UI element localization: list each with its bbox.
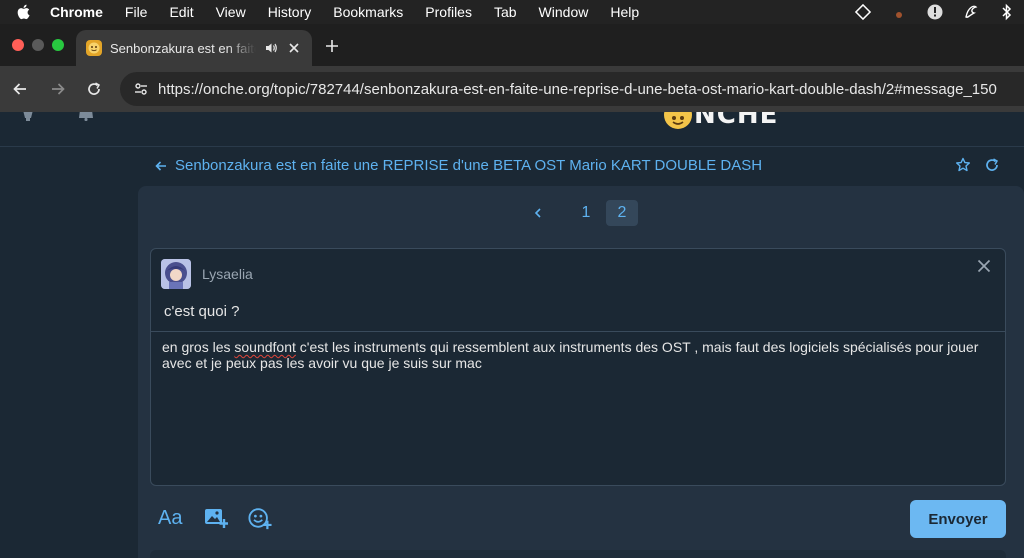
onche-logo-text: NCHE (694, 112, 779, 130)
menu-history[interactable]: History (268, 4, 312, 20)
send-button[interactable]: Envoyer (910, 500, 1006, 538)
onche-logo-face-icon (664, 112, 692, 129)
menu-window[interactable]: Window (539, 4, 589, 20)
url-text: https://onche.org/topic/782744/senbonzak… (158, 80, 997, 98)
misspelled-word[interactable]: soundfont (234, 339, 296, 355)
script-app-icon[interactable] (962, 3, 980, 21)
pagination: 1 2 (528, 200, 642, 226)
back-arrow-icon[interactable] (10, 79, 30, 99)
chrome-toolbar: https://onche.org/topic/782744/senbonzak… (0, 66, 1024, 112)
recording-dot-icon[interactable] (890, 3, 908, 21)
back-to-forum-icon[interactable] (154, 159, 168, 173)
quoted-message: c'est quoi ? (164, 303, 240, 320)
bluetooth-icon[interactable] (998, 3, 1016, 21)
quoted-author-name[interactable]: Lysaelia (202, 266, 253, 282)
text-format-button[interactable]: Aa (158, 507, 184, 530)
add-sticker-icon[interactable] (248, 506, 272, 530)
editor-toolbar: Aa (158, 506, 272, 530)
star-icon[interactable] (955, 157, 971, 173)
topic-bar: Senbonzakura est en faite une REPRISE d'… (138, 148, 1024, 186)
tab-title: Senbonzakura est en faite une REPRISE d'… (110, 40, 256, 56)
status-tray (854, 0, 1016, 24)
macos-menubar: Chrome File Edit View History Bookmarks … (0, 0, 1024, 24)
bell-icon[interactable] (76, 112, 96, 128)
refresh-topic-icon[interactable] (984, 157, 1000, 173)
active-tab[interactable]: Senbonzakura est en faite une REPRISE d'… (76, 30, 312, 66)
reply-panel: 1 2 Lysaelia c'est quoi ? en gros les so… (138, 186, 1024, 558)
add-image-icon[interactable] (204, 506, 228, 530)
address-bar[interactable]: https://onche.org/topic/782744/senbonzak… (120, 72, 1024, 106)
close-quote-icon[interactable] (977, 259, 993, 275)
avatar (161, 259, 191, 289)
menu-tab[interactable]: Tab (494, 4, 517, 20)
menu-file[interactable]: File (125, 4, 148, 20)
menu-profiles[interactable]: Profiles (425, 4, 472, 20)
menu-bookmarks[interactable]: Bookmarks (333, 4, 403, 20)
reply-editor[interactable]: Lysaelia c'est quoi ? en gros les soundf… (150, 248, 1006, 486)
message-text-part: en gros les (162, 339, 235, 355)
onche-logo[interactable]: NCHE (664, 112, 778, 130)
page-link-2-current[interactable]: 2 (606, 200, 638, 226)
tab-close-icon[interactable] (286, 40, 302, 56)
quote-divider (151, 331, 1005, 332)
window-zoom-button[interactable] (52, 39, 64, 51)
page-link-1[interactable]: 1 (570, 200, 602, 226)
window-minimize-button[interactable] (32, 39, 44, 51)
window-close-button[interactable] (12, 39, 24, 51)
speaker-icon[interactable] (264, 41, 278, 55)
quote-header: Lysaelia (161, 259, 253, 289)
lightbulb-icon[interactable] (18, 112, 38, 128)
apple-icon[interactable] (16, 4, 34, 20)
site-settings-icon[interactable] (130, 78, 152, 100)
forward-arrow-icon[interactable] (48, 79, 68, 99)
menu-app-name[interactable]: Chrome (50, 4, 103, 20)
diamond-icon[interactable] (854, 3, 872, 21)
topic-content: Senbonzakura est en faite une REPRISE d'… (138, 148, 1024, 558)
menu-help[interactable]: Help (610, 4, 639, 20)
chrome-tab-strip: Senbonzakura est en faite une REPRISE d'… (0, 24, 1024, 66)
new-tab-icon[interactable] (322, 36, 342, 56)
reload-icon[interactable] (84, 79, 104, 99)
menu-edit[interactable]: Edit (169, 4, 193, 20)
alert-app-icon[interactable] (926, 3, 944, 21)
topic-title[interactable]: Senbonzakura est en faite une REPRISE d'… (175, 157, 762, 174)
previous-page-icon[interactable] (528, 200, 548, 226)
site-header: NCHE (0, 112, 1024, 147)
left-sidebar (0, 148, 138, 558)
menu-view[interactable]: View (216, 4, 246, 20)
next-message-card (150, 550, 1006, 558)
onche-favicon-icon (86, 40, 102, 56)
message-textarea[interactable]: en gros les soundfont c'est les instrume… (162, 339, 992, 371)
